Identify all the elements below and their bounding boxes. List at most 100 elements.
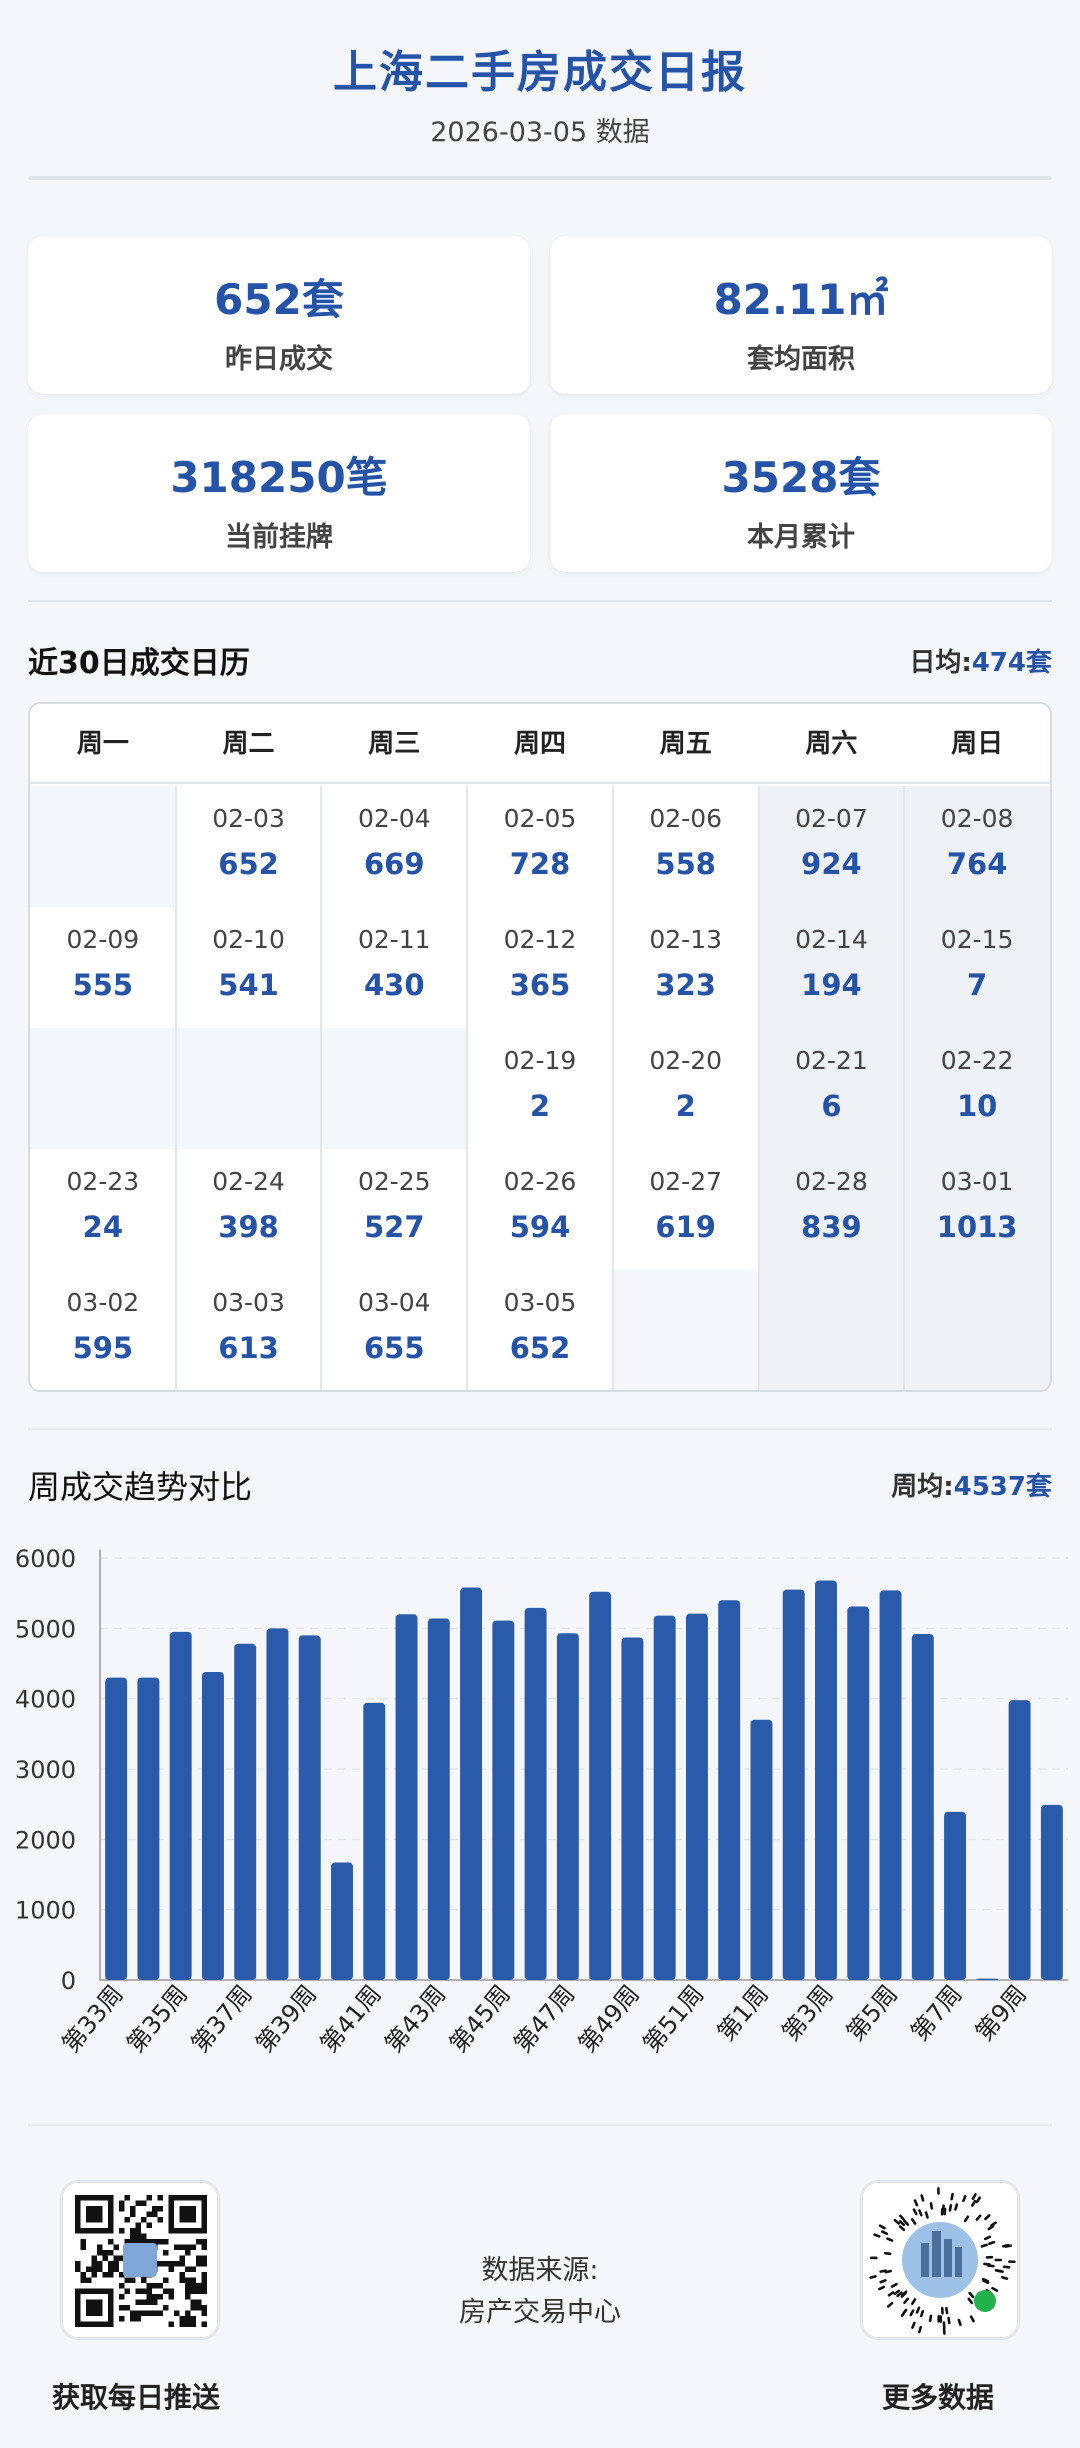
x-tick-label: 第41周 — [315, 1980, 387, 2058]
calendar-date: 02-08 — [940, 804, 1014, 833]
bar — [460, 1587, 483, 1980]
bar — [201, 1671, 224, 1980]
calendar-day: 02-08 764 — [904, 786, 1050, 907]
bar — [427, 1618, 450, 1980]
sales-calendar: 周一 周二 周三 周四 周五 周六 周日 02-03 652 02-04 669 02-05 728 0… — [28, 702, 1052, 1392]
x-tick-label: 第47周 — [509, 1980, 581, 2058]
stat-label: 当前挂牌 — [225, 522, 333, 553]
calendar-sales-value: 728 — [509, 847, 571, 881]
bar — [750, 1719, 773, 1980]
mini-program-code[interactable] — [860, 2180, 1020, 2340]
calendar-sales-value: 2 — [529, 1089, 551, 1123]
calendar-sales-value: 652 — [218, 847, 279, 881]
weekday-header: 周二 — [222, 729, 275, 759]
bar — [105, 1677, 128, 1980]
calendar-date: 02-28 — [795, 1167, 868, 1196]
calendar-day: 02-13 323 — [612, 907, 759, 1028]
calendar-day: 02-04 669 — [321, 786, 468, 907]
bar — [718, 1600, 741, 1980]
weekday-header: 周三 — [368, 729, 421, 759]
weekly-sales-bar-chart: 0100020003000400050006000第33周第35周第37周第39… — [15, 1545, 1068, 2058]
calendar-sales-value: 194 — [801, 968, 862, 1002]
weekday-header: 周一 — [76, 729, 129, 759]
bar — [621, 1637, 644, 1980]
bar — [653, 1615, 676, 1980]
weekday-header: 周四 — [513, 729, 566, 759]
calendar-sales-value: 764 — [946, 847, 1008, 881]
calendar-sales-value: 323 — [655, 968, 716, 1002]
calendar-date: 02-21 — [795, 1046, 868, 1075]
qr-code-daily-push[interactable] — [60, 2180, 220, 2340]
page-subtitle: 2026-03-05 数据 — [430, 117, 650, 148]
calendar-date: 02-19 — [503, 1046, 577, 1075]
section-divider — [28, 600, 1052, 602]
weekday-header: 周五 — [659, 729, 712, 759]
mini-program-code-icon — [869, 2187, 1016, 2335]
calendar-date: 02-10 — [212, 925, 285, 954]
stat-card-current-listings: 318250笔 当前挂牌 — [28, 414, 530, 572]
stat-label: 昨日成交 — [225, 344, 333, 375]
source-label: 数据来源: — [481, 2255, 599, 2286]
calendar-sales-value: 619 — [655, 1210, 716, 1244]
daily-average-label: 日均: — [909, 648, 972, 678]
weekly-average: 周均:4537套 — [891, 1466, 1052, 1503]
x-tick-label: 第9周 — [970, 1980, 1032, 2046]
stat-label: 本月累计 — [747, 522, 855, 553]
calendar-sales-value: 924 — [801, 847, 862, 881]
x-tick-label: 第39周 — [250, 1980, 322, 2058]
bar — [976, 1978, 999, 1980]
calendar-date: 02-20 — [649, 1046, 723, 1075]
calendar-sales-value: 555 — [72, 968, 134, 1002]
calendar-date: 03-03 — [212, 1288, 285, 1317]
calendar-column-divider — [757, 786, 760, 1390]
y-tick-label: 0 — [61, 1967, 76, 1995]
calendar-sales-value: 669 — [364, 847, 425, 881]
calendar-day: 02-06 558 — [612, 786, 759, 907]
bar — [685, 1613, 708, 1980]
calendar-date: 02-24 — [212, 1167, 285, 1196]
calendar-date: 02-06 — [649, 804, 723, 833]
calendar-date: 02-03 — [212, 804, 285, 833]
calendar-day: 03-04 655 — [321, 1270, 468, 1390]
calendar-sales-value: 6 — [821, 1089, 842, 1123]
calendar-sales-value: 558 — [655, 847, 716, 881]
calendar-empty-cell — [175, 1028, 322, 1149]
calendar-day: 02-23 24 — [30, 1149, 176, 1270]
calendar-day: 02-05 728 — [467, 786, 613, 907]
x-tick-label: 第35周 — [121, 1980, 193, 2058]
calendar-column-divider — [903, 786, 906, 1390]
qr-code-icon — [75, 2195, 207, 2327]
daily-push-label: 获取每日推送 — [52, 2381, 221, 2414]
x-tick-label: 第1周 — [712, 1980, 774, 2046]
bar — [266, 1628, 289, 1980]
calendar-date: 02-09 — [66, 925, 140, 954]
calendar-day: 02-21 6 — [759, 1028, 905, 1149]
stat-card-month-total: 3528套 本月累计 — [550, 414, 1052, 572]
calendar-sales-value: 7 — [967, 968, 988, 1002]
calendar-date: 02-04 — [357, 804, 431, 833]
calendar-day: 02-09 555 — [30, 907, 176, 1028]
bar — [524, 1607, 547, 1980]
bar — [1008, 1700, 1031, 1980]
calendar-day: 02-03 652 — [175, 786, 322, 907]
calendar-day: 03-02 595 — [30, 1270, 176, 1390]
calendar-sales-value: 595 — [72, 1331, 134, 1365]
calendar-day: 02-07 924 — [759, 786, 905, 907]
calendar-day: 02-15 7 — [904, 907, 1050, 1028]
bar — [137, 1677, 160, 1980]
bar — [1040, 1804, 1063, 1980]
bar — [395, 1614, 418, 1980]
bar — [363, 1702, 386, 1980]
bar — [556, 1633, 579, 1980]
calendar-day: 02-28 839 — [759, 1149, 905, 1270]
calendar-sales-value: 613 — [218, 1331, 279, 1365]
calendar-sales-value: 652 — [509, 1331, 571, 1365]
stat-value: 652套 — [214, 275, 344, 324]
x-tick-label: 第37周 — [186, 1980, 258, 2058]
stat-card-yesterday-sales: 652套 昨日成交 — [28, 236, 530, 394]
source-name: 房产交易中心 — [459, 2297, 621, 2328]
calendar-column-divider — [320, 786, 323, 1390]
calendar-day: 03-05 652 — [467, 1270, 613, 1390]
calendar-sales-value: 365 — [509, 968, 571, 1002]
x-tick-label: 第5周 — [841, 1980, 903, 2046]
